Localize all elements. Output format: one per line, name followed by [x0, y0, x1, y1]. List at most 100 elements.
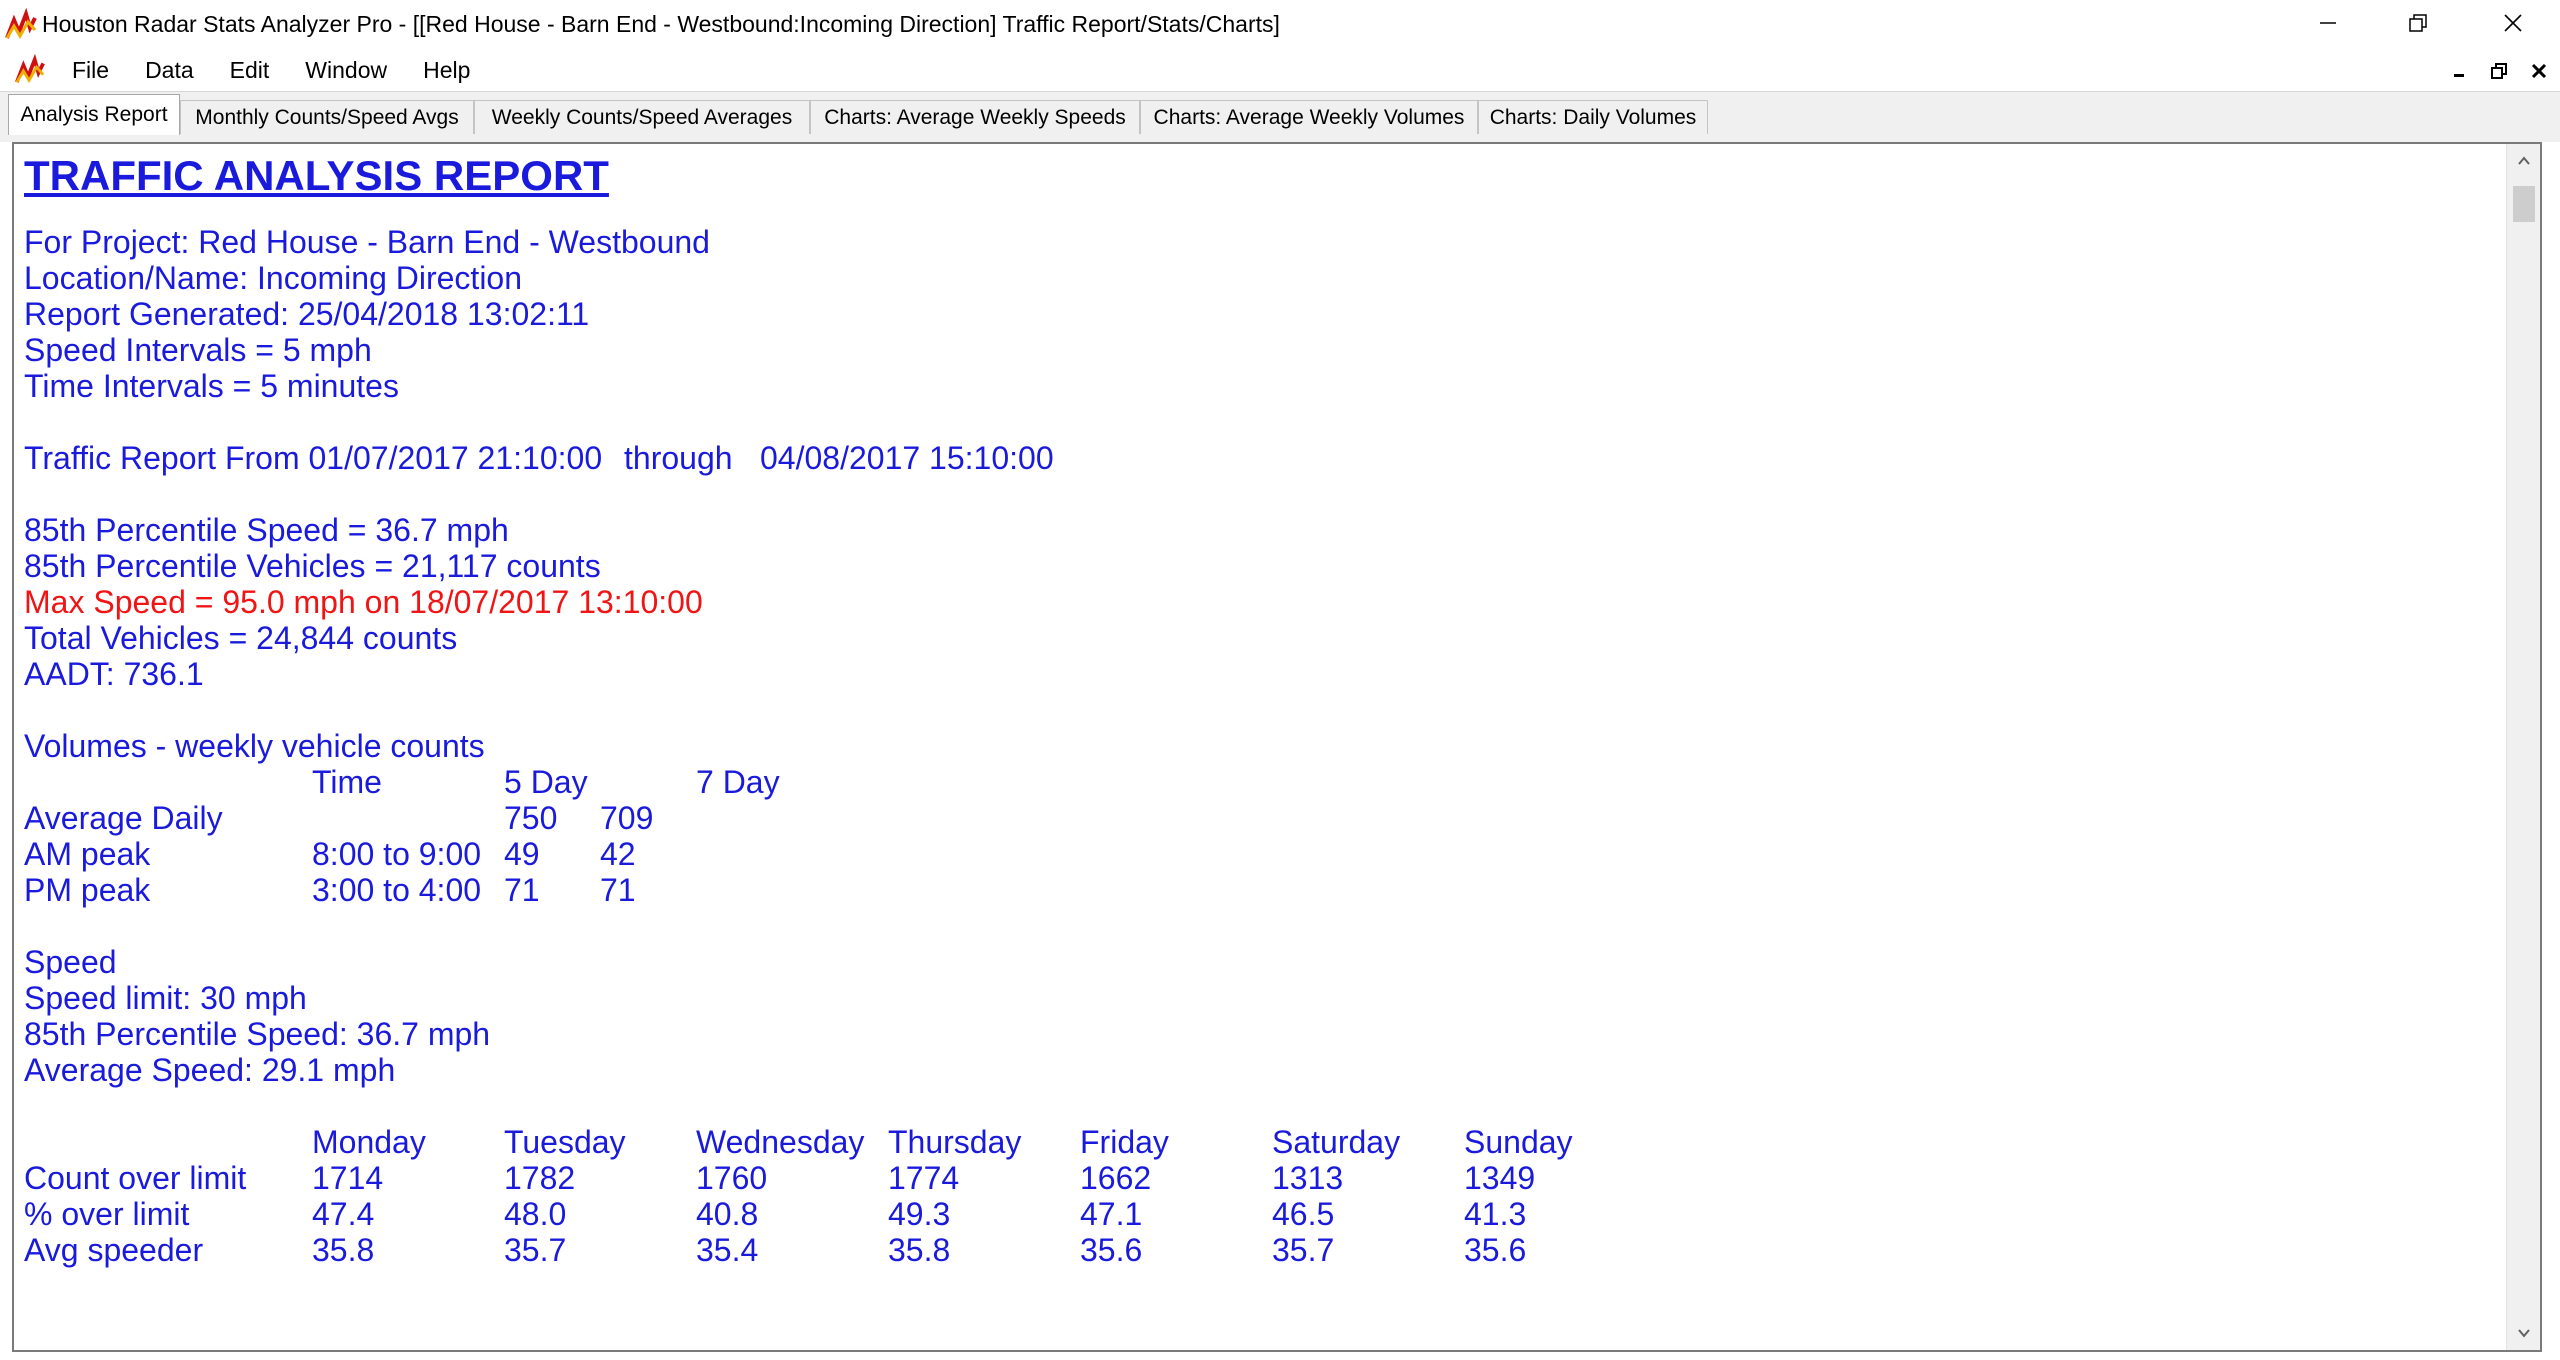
report-content: TRAFFIC ANALYSIS REPORT For Project: Red… — [24, 152, 2490, 1350]
tab-monthly-counts[interactable]: Monthly Counts/Speed Avgs — [180, 100, 474, 134]
weekly-row: Count over limit 1714 1782 1760 1774 166… — [24, 1160, 2490, 1196]
day-header: Friday — [1080, 1124, 1169, 1160]
volumes-row: AM peak 8:00 to 9:00 49 42 — [24, 836, 2490, 872]
restore-icon — [2408, 14, 2427, 32]
close-icon — [2503, 14, 2522, 32]
weekly-row-label: Avg speeder — [24, 1232, 204, 1268]
volumes-heading: Volumes - weekly vehicle counts — [24, 728, 485, 764]
speed-average-line: Average Speed: 29.1 mph — [24, 1052, 396, 1088]
weekly-cell: 35.8 — [888, 1232, 951, 1268]
menu-help[interactable]: Help — [405, 49, 488, 91]
volumes-row-5day: 71 — [504, 872, 540, 908]
volumes-row-5day: 750 — [504, 800, 558, 836]
p85-speed-line: 85th Percentile Speed = 36.7 mph — [24, 512, 509, 548]
volumes-row-time: 8:00 to 9:00 — [312, 836, 482, 872]
document-logo-icon[interactable] — [14, 54, 46, 86]
scrollbar-thumb[interactable] — [2513, 186, 2535, 222]
aadt-line: AADT: 736.1 — [24, 656, 204, 692]
restore-icon — [2491, 63, 2507, 79]
minimize-icon — [2319, 22, 2336, 24]
volumes-row-label: AM peak — [24, 836, 151, 872]
weekly-cell: 35.7 — [504, 1232, 567, 1268]
weekly-cell: 47.1 — [1080, 1196, 1143, 1232]
volumes-row-label: PM peak — [24, 872, 151, 908]
volumes-row: Average Daily 750 709 — [24, 800, 2490, 836]
project-line: For Project: Red House - Barn End - West… — [24, 224, 710, 260]
speed-heading: Speed — [24, 944, 117, 980]
report-panel: TRAFFIC ANALYSIS REPORT For Project: Red… — [12, 142, 2542, 1352]
day-header: Wednesday — [696, 1124, 865, 1160]
vertical-scrollbar[interactable] — [2506, 144, 2540, 1350]
close-button[interactable] — [2475, 0, 2550, 46]
volumes-row-5day: 49 — [504, 836, 540, 872]
minimize-button[interactable] — [2290, 0, 2365, 46]
minimize-icon — [2454, 74, 2464, 77]
weekly-row: % over limit 47.4 48.0 40.8 49.3 47.1 46… — [24, 1196, 2490, 1232]
menu-file[interactable]: File — [54, 49, 127, 91]
weekly-cell: 35.6 — [1464, 1232, 1527, 1268]
restore-button[interactable] — [2380, 0, 2455, 46]
weekly-cell: 35.8 — [312, 1232, 375, 1268]
range-start: Traffic Report From 01/07/2017 21:10:00 — [24, 440, 603, 476]
volumes-row-time: 3:00 to 4:00 — [312, 872, 482, 908]
title-bar: Houston Radar Stats Analyzer Pro - [[Red… — [0, 0, 2560, 49]
weekly-row-label: Count over limit — [24, 1160, 247, 1196]
volumes-row-label: Average Daily — [24, 800, 223, 836]
weekly-cell: 41.3 — [1464, 1196, 1527, 1232]
total-vehicles-line: Total Vehicles = 24,844 counts — [24, 620, 458, 656]
weekly-cell: 1760 — [696, 1160, 768, 1196]
menu-data[interactable]: Data — [127, 49, 212, 91]
mdi-minimize-button[interactable] — [2442, 56, 2476, 86]
volumes-row-7day: 709 — [600, 800, 654, 836]
weekly-row: Avg speeder 35.8 35.7 35.4 35.8 35.6 35.… — [24, 1232, 2490, 1268]
scroll-down-button[interactable] — [2507, 1316, 2541, 1350]
day-header: Monday — [312, 1124, 426, 1160]
report-range-line: Traffic Report From 01/07/2017 21:10:00 … — [24, 440, 2490, 476]
tab-charts-weekly-volumes[interactable]: Charts: Average Weekly Volumes — [1140, 100, 1478, 134]
weekly-cell: 1782 — [504, 1160, 576, 1196]
volumes-row: PM peak 3:00 to 4:00 71 71 — [24, 872, 2490, 908]
weekly-cell: 40.8 — [696, 1196, 759, 1232]
weekly-row-label: % over limit — [24, 1196, 190, 1232]
weekly-cell: 47.4 — [312, 1196, 375, 1232]
mdi-restore-button[interactable] — [2482, 56, 2516, 86]
volumes-row-7day: 71 — [600, 872, 636, 908]
weekly-cell: 1349 — [1464, 1160, 1536, 1196]
mdi-close-button[interactable] — [2522, 56, 2556, 86]
tab-strip: Analysis Report Monthly Counts/Speed Avg… — [0, 91, 2560, 142]
weekly-cell: 35.7 — [1272, 1232, 1335, 1268]
weekly-cell: 48.0 — [504, 1196, 567, 1232]
scroll-up-button[interactable] — [2507, 144, 2541, 178]
weekly-cell: 35.4 — [696, 1232, 759, 1268]
range-through: through — [624, 440, 733, 476]
day-header: Sunday — [1464, 1124, 1573, 1160]
time-intervals-line: Time Intervals = 5 minutes — [24, 368, 399, 404]
max-speed-line: Max Speed = 95.0 mph on 18/07/2017 13:10… — [24, 584, 703, 620]
p85-vehicles-line: 85th Percentile Vehicles = 21,117 counts — [24, 548, 601, 584]
weekly-cell: 1662 — [1080, 1160, 1152, 1196]
speed-p85-line: 85th Percentile Speed: 36.7 mph — [24, 1016, 491, 1052]
chevron-up-icon — [2518, 156, 2530, 165]
weekly-cell: 1313 — [1272, 1160, 1344, 1196]
tab-weekly-counts[interactable]: Weekly Counts/Speed Averages — [474, 100, 810, 134]
location-line: Location/Name: Incoming Direction — [24, 260, 523, 296]
tab-analysis-report[interactable]: Analysis Report — [8, 94, 180, 135]
day-header: Thursday — [888, 1124, 1022, 1160]
speed-intervals-line: Speed Intervals = 5 mph — [24, 332, 372, 368]
chevron-down-icon — [2518, 1329, 2530, 1338]
generated-line: Report Generated: 25/04/2018 13:02:11 — [24, 296, 590, 332]
weekly-cell: 1714 — [312, 1160, 384, 1196]
menu-window[interactable]: Window — [287, 49, 405, 91]
weekly-cell: 35.6 — [1080, 1232, 1143, 1268]
weekly-cell: 49.3 — [888, 1196, 951, 1232]
speed-limit-line: Speed limit: 30 mph — [24, 980, 307, 1016]
tab-charts-daily-volumes[interactable]: Charts: Daily Volumes — [1478, 100, 1708, 134]
tab-charts-weekly-speeds[interactable]: Charts: Average Weekly Speeds — [810, 100, 1140, 134]
day-header: Saturday — [1272, 1124, 1401, 1160]
volumes-col-5day: 5 Day — [504, 764, 588, 800]
volumes-row-7day: 42 — [600, 836, 636, 872]
menu-edit[interactable]: Edit — [212, 49, 288, 91]
weekly-cell: 46.5 — [1272, 1196, 1335, 1232]
volumes-header-row: Time 5 Day 7 Day — [24, 764, 2490, 800]
volumes-col-time: Time — [312, 764, 382, 800]
